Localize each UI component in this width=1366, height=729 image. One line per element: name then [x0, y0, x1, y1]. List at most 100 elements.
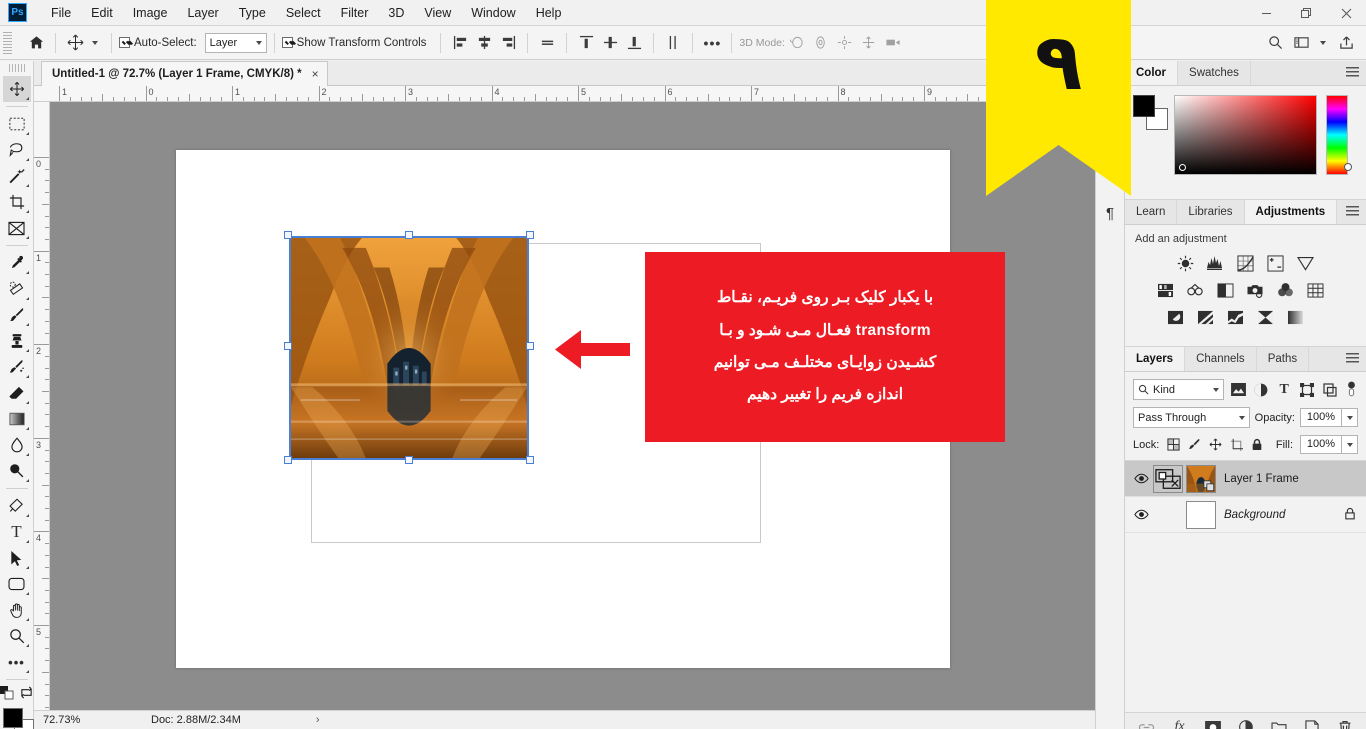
show-transform-controls-checkbox[interactable] [281, 37, 293, 48]
menu-select[interactable]: Select [276, 3, 331, 23]
transform-handle-middle-right[interactable] [526, 342, 534, 350]
color-panel-menu-icon[interactable] [1346, 67, 1359, 78]
tab-libraries[interactable]: Libraries [1177, 200, 1245, 224]
color-balance-icon[interactable] [1185, 280, 1205, 300]
workspace-chevron-down-icon[interactable] [1320, 40, 1326, 45]
align-top-edges-icon[interactable] [535, 31, 559, 55]
opacity-field-wrap[interactable]: 100% [1300, 408, 1358, 427]
layer-frame-icon[interactable] [1153, 464, 1183, 493]
color-lookup-icon[interactable] [1305, 280, 1325, 300]
layer-name[interactable]: Background [1224, 509, 1285, 521]
distribute-left-icon[interactable] [661, 31, 685, 55]
hue-slider[interactable] [1326, 95, 1352, 175]
tab-paths[interactable]: Paths [1256, 347, 1310, 371]
3d-pan-icon[interactable] [833, 31, 857, 55]
hand-tool[interactable] [3, 597, 31, 623]
tab-color[interactable]: Color [1125, 61, 1179, 85]
invert-icon[interactable] [1165, 307, 1185, 327]
shape-filter-icon[interactable] [1299, 380, 1316, 400]
menu-help[interactable]: Help [526, 3, 572, 23]
menu-3d[interactable]: 3D [378, 3, 414, 23]
selective-color-icon[interactable] [1285, 307, 1305, 327]
color-spectrum-field[interactable] [1174, 95, 1317, 175]
menu-image[interactable]: Image [123, 3, 178, 23]
lock-all-icon[interactable] [1250, 437, 1264, 453]
distribute-top-icon[interactable] [574, 31, 598, 55]
delete-layer-icon[interactable] [1335, 718, 1354, 729]
tab-channels[interactable]: Channels [1185, 347, 1257, 371]
tab-learn[interactable]: Learn [1125, 200, 1178, 224]
layer-thumbnail[interactable] [1186, 464, 1216, 493]
crop-tool[interactable] [3, 189, 31, 215]
menu-view[interactable]: View [414, 3, 461, 23]
tab-swatches[interactable]: Swatches [1178, 61, 1251, 85]
transform-handle-top-right[interactable] [526, 231, 534, 239]
gradient-map-icon[interactable] [1255, 307, 1275, 327]
new-adjustment-icon[interactable] [1236, 718, 1255, 729]
brush-tool[interactable] [3, 302, 31, 328]
smart-object-filter-icon[interactable] [1322, 380, 1339, 400]
photo-filter-icon[interactable] [1245, 280, 1265, 300]
distribute-vertical-centers-icon[interactable] [598, 31, 622, 55]
align-right-edges-icon[interactable] [496, 31, 520, 55]
move-tool-icon[interactable] [63, 31, 87, 55]
canvas-area[interactable]: با یکبار کلیک بـر روی فریـم، نقـاط trans… [50, 102, 1124, 710]
vertical-ruler[interactable]: 0123456 [34, 102, 50, 710]
type-tool[interactable]: T [3, 519, 31, 545]
link-layers-icon[interactable] [1137, 718, 1156, 729]
blend-mode-dropdown[interactable]: Pass Through [1133, 407, 1250, 428]
3d-slide-icon[interactable] [857, 31, 881, 55]
default-colors-icon[interactable] [0, 686, 14, 703]
close-button[interactable] [1326, 0, 1366, 26]
close-icon[interactable]: × [312, 67, 319, 81]
healing-brush-tool[interactable] [3, 276, 31, 302]
horizontal-ruler[interactable]: 1 0 1 2 3 4 5 6 7 8 9 [34, 86, 1124, 102]
zoom-tool[interactable] [3, 623, 31, 649]
zoom-level[interactable]: 72.73% [34, 714, 96, 726]
brightness-contrast-icon[interactable] [1175, 253, 1195, 273]
menu-type[interactable]: Type [229, 3, 276, 23]
tools-panel-grip[interactable] [8, 64, 25, 72]
minimize-button[interactable] [1246, 0, 1286, 26]
foreground-color-chip[interactable] [1133, 95, 1155, 117]
color-panel-swatches[interactable] [1133, 95, 1168, 130]
tool-preset-chevron-down-icon[interactable] [92, 40, 98, 45]
blur-tool[interactable] [3, 432, 31, 458]
marquee-tool[interactable] [3, 111, 31, 137]
opacity-value[interactable]: 100% [1300, 408, 1342, 427]
transform-handle-top-left[interactable] [284, 231, 292, 239]
transform-handle-middle-left[interactable] [284, 342, 292, 350]
menu-window[interactable]: Window [461, 3, 525, 23]
share-icon[interactable] [1334, 31, 1358, 55]
lock-transparent-icon[interactable] [1166, 437, 1180, 453]
magic-wand-tool[interactable] [3, 163, 31, 189]
3d-camera-icon[interactable] [881, 31, 905, 55]
eyedropper-tool[interactable] [3, 250, 31, 276]
options-bar-grip[interactable] [3, 31, 12, 54]
home-icon[interactable] [24, 31, 48, 55]
workspace-icon[interactable] [1289, 31, 1313, 55]
menu-edit[interactable]: Edit [81, 3, 123, 23]
layer-style-icon[interactable]: fx [1170, 718, 1189, 729]
lock-artboard-icon[interactable] [1229, 437, 1243, 453]
new-group-icon[interactable] [1269, 718, 1288, 729]
restore-button[interactable] [1286, 0, 1326, 26]
threshold-icon[interactable] [1225, 307, 1245, 327]
tab-layers[interactable]: Layers [1125, 347, 1186, 371]
frame-tool[interactable] [3, 215, 31, 241]
3d-orbit-icon[interactable] [785, 31, 809, 55]
lock-position-icon[interactable] [1208, 437, 1222, 453]
hue-slider-marker[interactable] [1344, 163, 1352, 171]
tab-adjustments[interactable]: Adjustments [1244, 200, 1338, 224]
pen-tool[interactable] [3, 493, 31, 519]
paragraph-panel-icon[interactable]: ¶ [1098, 201, 1122, 225]
opacity-chevron-down-icon[interactable] [1342, 408, 1358, 427]
distribute-bottom-icon[interactable] [622, 31, 646, 55]
history-brush-tool[interactable] [3, 354, 31, 380]
align-left-edges-icon[interactable] [448, 31, 472, 55]
channel-mixer-icon[interactable] [1275, 280, 1295, 300]
transform-handle-bottom-center[interactable] [405, 456, 413, 464]
layer-name[interactable]: Layer 1 Frame [1224, 473, 1299, 485]
fill-field-wrap[interactable]: 100% [1300, 435, 1358, 454]
color-swatches[interactable] [2, 707, 34, 729]
